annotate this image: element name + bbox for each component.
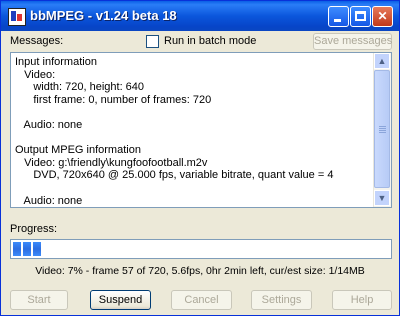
message-line: Input information bbox=[15, 56, 97, 68]
cancel-button[interactable]: Cancel bbox=[171, 290, 232, 310]
progress-chunk bbox=[23, 242, 31, 256]
message-line: Audio: none bbox=[15, 118, 83, 131]
minimize-button[interactable] bbox=[328, 6, 349, 27]
message-line bbox=[15, 182, 375, 195]
help-button[interactable]: Help bbox=[332, 290, 392, 310]
messages-text: Input information Video: width: 720, hei… bbox=[15, 56, 375, 206]
save-messages-button[interactable]: Save messages bbox=[313, 33, 392, 50]
settings-button[interactable]: Settings bbox=[251, 290, 312, 310]
message-line: Output MPEG information bbox=[15, 144, 141, 157]
scroll-down-button[interactable]: ▼ bbox=[374, 190, 390, 206]
scroll-thumb[interactable] bbox=[374, 70, 390, 188]
minimize-icon bbox=[334, 19, 341, 22]
bbmpeg-app-icon[interactable] bbox=[8, 8, 26, 26]
message-line: Audio: none bbox=[15, 194, 83, 206]
message-line bbox=[15, 132, 375, 145]
scroll-up-button[interactable]: ▲ bbox=[374, 53, 390, 69]
suspend-button[interactable]: Suspend bbox=[90, 290, 151, 310]
close-icon: ✕ bbox=[377, 9, 388, 23]
progress-status: Video: 7% - frame 57 of 720, 5.6fps, 0hr… bbox=[35, 265, 365, 277]
title-bar[interactable]: bbMPEG - v1.24 beta 18 ✕ bbox=[1, 1, 399, 31]
message-line: DVD, 720x640 @ 25.000 fps, variable bitr… bbox=[15, 169, 334, 182]
grip-line bbox=[379, 132, 386, 133]
message-line: Video: bbox=[15, 68, 56, 81]
window-title: bbMPEG - v1.24 beta 18 bbox=[30, 8, 177, 23]
grip-line bbox=[379, 126, 386, 127]
maximize-button[interactable] bbox=[350, 6, 371, 27]
close-button[interactable]: ✕ bbox=[372, 6, 393, 27]
chevron-down-icon: ▼ bbox=[377, 193, 387, 203]
batch-mode-checkbox[interactable] bbox=[146, 35, 159, 48]
message-line: Video: g:\friendly\kungfoofootball.m2v bbox=[15, 156, 208, 169]
maximize-icon bbox=[355, 11, 366, 21]
message-line bbox=[15, 106, 375, 119]
grip-line bbox=[379, 128, 386, 129]
chevron-up-icon: ▲ bbox=[377, 56, 387, 66]
messages-label: Messages: bbox=[10, 35, 64, 47]
start-button[interactable]: Start bbox=[10, 290, 68, 310]
progress-chunk bbox=[13, 242, 21, 256]
message-line: width: 720, height: 640 bbox=[15, 81, 145, 94]
grip-line bbox=[379, 130, 386, 131]
progress-chunk bbox=[33, 242, 41, 256]
progress-bar bbox=[10, 239, 392, 259]
batch-mode-label[interactable]: Run in batch mode bbox=[164, 35, 256, 47]
progress-label: Progress: bbox=[10, 223, 58, 235]
messages-textbox[interactable]: Input information Video: width: 720, hei… bbox=[10, 52, 392, 208]
main-window: bbMPEG - v1.24 beta 18 ✕ Messages: Run i… bbox=[0, 0, 400, 316]
messages-scrollbar[interactable]: ▲ ▼ bbox=[373, 53, 391, 207]
message-line: first frame: 0, number of frames: 720 bbox=[15, 93, 212, 106]
